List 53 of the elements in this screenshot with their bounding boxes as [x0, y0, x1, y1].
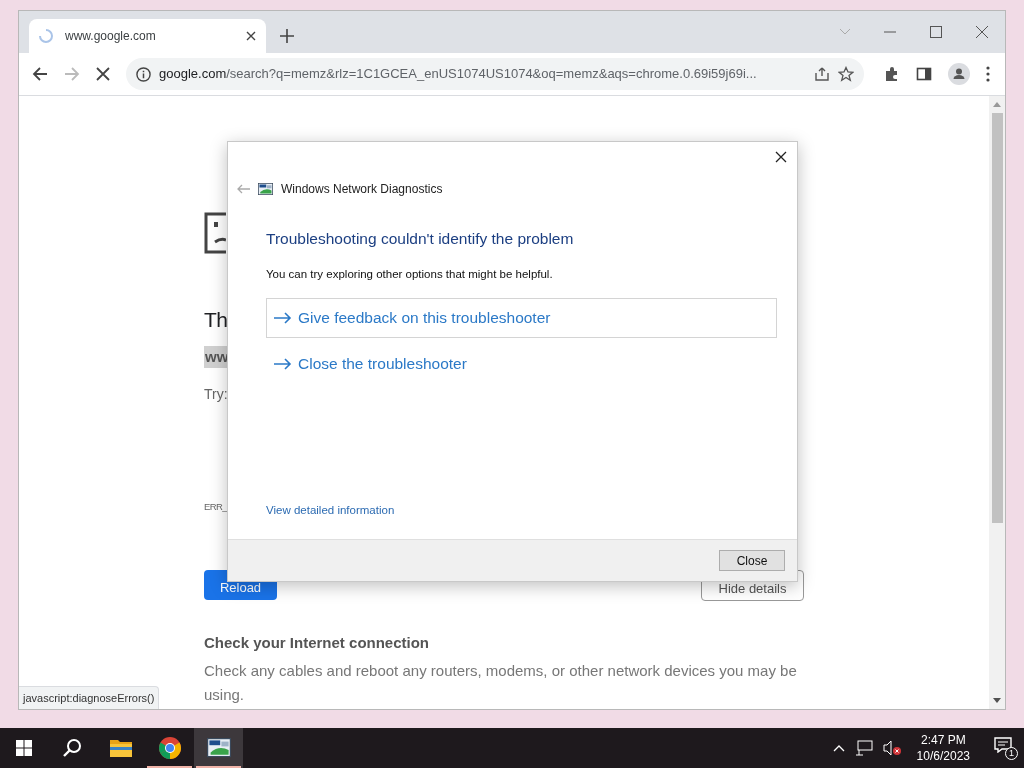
notification-count: 1: [1005, 747, 1018, 760]
muted-speaker-icon: [882, 740, 901, 756]
clock-time[interactable]: 2:47 PM: [920, 732, 966, 748]
scroll-up-icon: [993, 102, 1001, 107]
back-icon: [32, 66, 48, 82]
star-icon: [838, 66, 854, 82]
chevron-down-icon: [839, 28, 851, 36]
scroll-down-icon: [993, 698, 1001, 703]
sad-page-icon: [204, 212, 226, 254]
chevron-up-icon: [832, 744, 845, 752]
details-link[interactable]: View detailed information: [266, 501, 395, 519]
profile-icon: [948, 63, 970, 85]
arrow-right-icon: [274, 311, 292, 324]
maximize-icon: [929, 25, 943, 39]
address-bar[interactable]: google.com/search?q=memz&rlz=1C1GCEA_enUS1074US1074&oq=memz&aqs=chrome.0.69i59j69i...: [126, 58, 864, 90]
info-icon: [136, 66, 151, 82]
network-diagnostics-icon: [258, 183, 273, 195]
try-label: Try:: [204, 385, 228, 404]
section-heading: Check your Internet connection: [204, 633, 431, 654]
back-icon: [237, 184, 250, 194]
dialog-subtext: You can try exploring other options that might be helpful.: [266, 267, 554, 283]
browser-logo-icon: [157, 736, 182, 760]
status-bubble: javascript:diagnoseErrors(): [19, 685, 160, 709]
windows-start-icon: [16, 740, 32, 756]
dialog-heading: Troubleshooting couldn't identify the problem: [266, 229, 575, 249]
puzzle-icon: [884, 66, 900, 82]
error-code: ERR_: [204, 500, 227, 514]
share-icon: [814, 66, 830, 82]
dialog-title: Windows Network Diagnostics: [281, 181, 443, 198]
url-text: google.com/search?q=memz&rlz=1C1GCEA_enUS1074US1074&oq=memz&aqs=chrome.0.69i59j69i...: [159, 65, 758, 84]
option-link[interactable]: Close the troubleshooter: [266, 343, 777, 384]
menu-icon: [986, 66, 990, 82]
folder-icon: [108, 738, 133, 758]
close-icon: [975, 25, 989, 39]
taskbar-app[interactable]: [194, 728, 243, 768]
stop-icon: [96, 67, 110, 81]
scrollbar[interactable]: [989, 96, 1005, 709]
arrow-right-icon: [274, 357, 292, 370]
forward-icon: [64, 66, 80, 82]
section-text: Check any cables and reboot any routers, modems, or other network devices you may be using.: [204, 660, 798, 705]
network-diagnostics-icon: [206, 738, 231, 758]
network-icon: [854, 740, 873, 756]
clock-date[interactable]: 10/6/2023: [916, 748, 970, 764]
close-button[interactable]: Close: [719, 550, 785, 571]
side-panel-icon: [916, 66, 932, 82]
browser-tab[interactable]: www.google.com: [29, 19, 266, 53]
page-title: Th: [204, 307, 228, 333]
new-tab-icon: [280, 29, 294, 43]
close-icon: [246, 31, 256, 41]
tab-title: www.google.com: [65, 28, 157, 45]
close-icon: [775, 151, 787, 163]
search-icon: [62, 738, 82, 758]
option-link[interactable]: Give feedback on this troubleshooter: [266, 297, 777, 338]
